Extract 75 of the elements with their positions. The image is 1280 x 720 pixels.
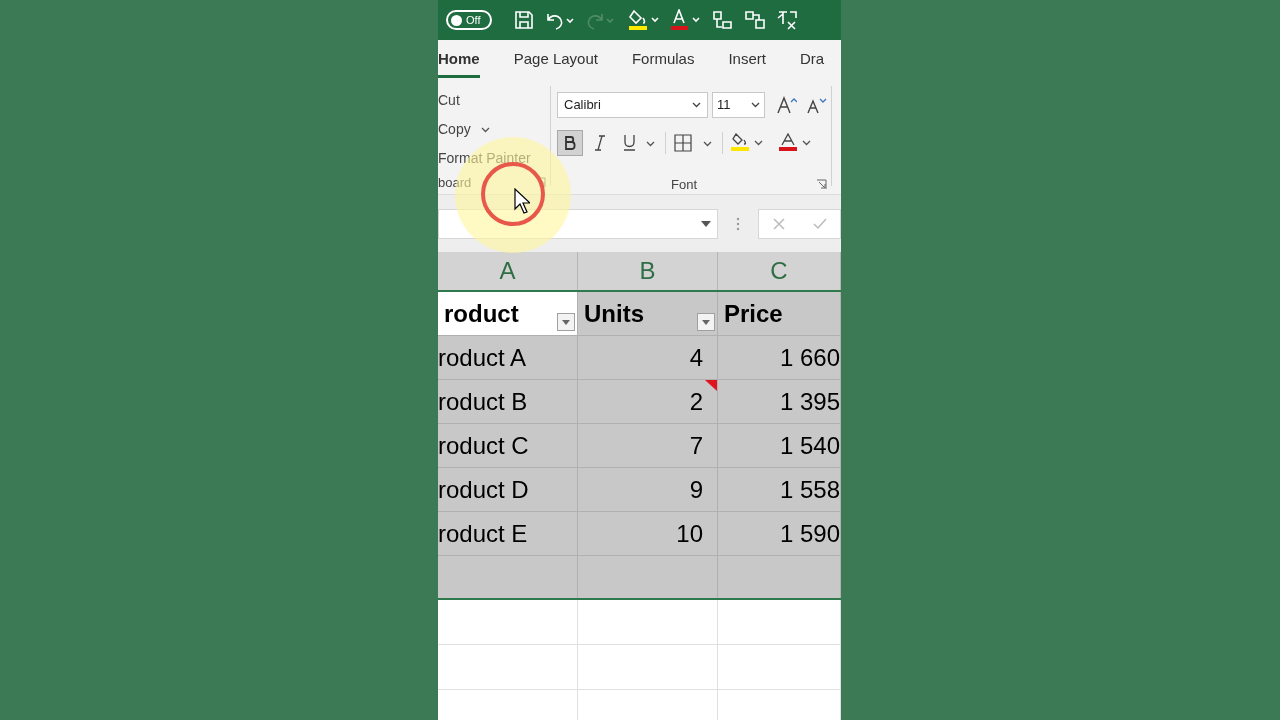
table-cell[interactable]: 1 660	[718, 336, 841, 380]
more-icon[interactable]	[736, 216, 740, 231]
table-cell[interactable]: 1 540	[718, 424, 841, 468]
italic-icon[interactable]	[595, 135, 605, 152]
cell-value: roduct B	[438, 386, 528, 417]
table-cell[interactable]: 1 558	[718, 468, 841, 512]
column-header[interactable]: C	[718, 252, 841, 290]
copy-shapes-icon[interactable]	[744, 10, 766, 30]
font-size-field[interactable]: 11	[712, 92, 765, 118]
align-icon[interactable]	[712, 10, 734, 30]
ribbon-tab[interactable]: Insert	[728, 47, 766, 78]
table-cell[interactable]: roduct B	[438, 380, 578, 424]
cell-value: roduct E	[438, 518, 528, 549]
save-icon[interactable]	[514, 10, 534, 30]
group-label: Font	[671, 175, 697, 194]
table-cell[interactable]: roduct D	[438, 468, 578, 512]
table-cell[interactable]: 4	[578, 336, 718, 380]
cell-value: 1 540	[779, 430, 840, 461]
header-cell[interactable]: Price	[718, 292, 841, 336]
clipboard-command[interactable]: Format Painter	[438, 144, 550, 173]
cell-value: 1 395	[779, 386, 840, 417]
cell-value: 1 558	[779, 474, 840, 505]
cell-value: roduct A	[438, 342, 527, 373]
underline-icon[interactable]	[623, 134, 657, 153]
enter-icon[interactable]	[813, 217, 827, 230]
column-header[interactable]: B	[578, 252, 718, 290]
table-cell[interactable]: roduct C	[438, 424, 578, 468]
ribbon-tab[interactable]: Formulas	[631, 47, 695, 78]
header-cell[interactable]: Units	[578, 292, 718, 336]
table-cell[interactable]: roduct E	[438, 512, 578, 556]
bold-button[interactable]	[557, 130, 583, 157]
increase-font-icon[interactable]	[777, 96, 797, 114]
cell-value: 4	[689, 342, 703, 373]
bold-icon	[564, 136, 576, 151]
header-label: Price	[724, 298, 783, 329]
caret-icon	[480, 126, 490, 133]
caret-icon	[701, 220, 711, 227]
dialog-launcher-icon[interactable]	[816, 178, 827, 190]
clipboard-command[interactable]: Copy	[438, 115, 550, 144]
cell-value: roduct C	[438, 430, 529, 461]
header-label: roduct	[444, 298, 519, 329]
table-cell[interactable]: roduct A	[438, 336, 578, 380]
table-cell[interactable]: 2	[578, 380, 718, 424]
table-cell[interactable]: 7	[578, 424, 718, 468]
caret-icon	[751, 102, 760, 108]
filter-dropdown-icon[interactable]	[697, 313, 715, 331]
clipboard-command[interactable]: Cut	[438, 86, 550, 115]
table-cell[interactable]: 1 395	[718, 380, 841, 424]
cancel-icon[interactable]	[773, 217, 785, 230]
ribbon-tab[interactable]: Dra	[799, 47, 825, 78]
group-label: board	[438, 174, 472, 192]
column-header[interactable]: A	[438, 252, 578, 290]
cell-value: 9	[689, 474, 703, 505]
cell-value: 10	[676, 518, 703, 549]
clear-format-icon[interactable]	[776, 10, 798, 30]
name-box[interactable]	[438, 208, 718, 239]
cell-value: 1 590	[779, 518, 840, 549]
header-label: Units	[584, 298, 644, 329]
decrease-font-icon[interactable]	[807, 96, 827, 114]
table-cell[interactable]: 10	[578, 512, 718, 556]
filter-dropdown-icon[interactable]	[557, 313, 575, 331]
cell-value: 7	[689, 430, 703, 461]
cell-value: 2	[689, 386, 703, 417]
table-cell[interactable]: 9	[578, 468, 718, 512]
table-cell[interactable]: 1 590	[718, 512, 841, 556]
font-color-icon[interactable]	[670, 9, 702, 31]
header-cell[interactable]: roduct	[438, 292, 578, 336]
ribbon-tab[interactable]: Page Layout	[513, 47, 598, 78]
font-name-field[interactable]: Calibri	[557, 92, 708, 118]
caret-icon	[692, 102, 701, 108]
cell-value: roduct D	[438, 474, 529, 505]
borders-icon[interactable]	[674, 134, 714, 153]
fill-color-icon[interactable]	[628, 9, 660, 31]
cell-value: 1 660	[779, 342, 840, 373]
autosave-toggle[interactable]: Off	[446, 10, 492, 30]
